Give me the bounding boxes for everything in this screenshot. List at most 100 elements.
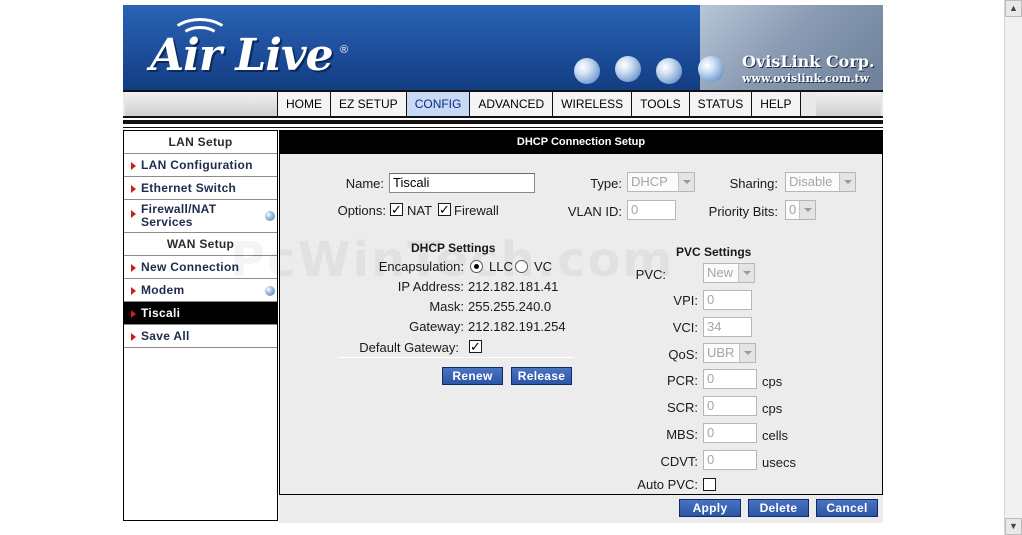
nat-checkbox[interactable]: ✓ bbox=[390, 203, 403, 216]
browser-scrollbar[interactable] bbox=[1004, 0, 1022, 535]
bullet-arrow-icon bbox=[131, 333, 136, 341]
encapsulation-label: Encapsulation: bbox=[378, 259, 464, 274]
chevron-down-icon bbox=[738, 264, 754, 282]
qos-select[interactable]: UBR bbox=[703, 343, 756, 363]
pvc-select[interactable]: New bbox=[703, 263, 755, 283]
globe-icon bbox=[615, 56, 641, 82]
scr-field[interactable]: 0 bbox=[703, 396, 757, 416]
corp-url: www.ovislink.com.tw bbox=[742, 72, 870, 85]
vci-label: VCI: bbox=[672, 320, 698, 335]
ip-address-label: IP Address: bbox=[397, 279, 464, 294]
mask-label: Mask: bbox=[429, 299, 464, 314]
sidebar-item-label: Tiscali bbox=[141, 306, 181, 320]
qos-value: UBR bbox=[707, 345, 735, 360]
qos-label: QoS: bbox=[668, 347, 698, 362]
vci-field[interactable]: 34 bbox=[703, 317, 752, 337]
scr-unit: cps bbox=[762, 401, 783, 416]
bullet-arrow-icon bbox=[131, 287, 136, 295]
options-label: Options: bbox=[337, 203, 386, 218]
cancel-button[interactable]: Cancel bbox=[816, 499, 878, 517]
pvc-label: PVC: bbox=[635, 267, 666, 282]
vpi-label: VPI: bbox=[673, 293, 698, 308]
llc-label: LLC bbox=[489, 259, 513, 274]
auto-pvc-label: Auto PVC: bbox=[637, 477, 698, 492]
sidebar-item-ethernet-switch[interactable]: Ethernet Switch bbox=[124, 177, 277, 200]
main-nav: HOME EZ SETUP CONFIG ADVANCED WIRELESS T… bbox=[277, 92, 801, 116]
bullet-arrow-icon bbox=[131, 310, 136, 318]
panel-title: DHCP Connection Setup bbox=[279, 131, 883, 154]
sidebar-item-tiscali[interactable]: Tiscali bbox=[124, 302, 277, 325]
gateway-label: Gateway: bbox=[409, 319, 464, 334]
type-select[interactable]: DHCP bbox=[627, 172, 695, 192]
llc-radio[interactable] bbox=[470, 260, 483, 273]
vpi-field[interactable]: 0 bbox=[703, 290, 752, 310]
vc-radio[interactable] bbox=[515, 260, 528, 273]
nav-home[interactable]: HOME bbox=[277, 92, 330, 116]
cdvt-label: CDVT: bbox=[660, 454, 698, 469]
nat-label: NAT bbox=[407, 203, 433, 218]
sidebar-item-save-all[interactable]: Save All bbox=[124, 325, 277, 348]
pcr-field[interactable]: 0 bbox=[703, 369, 757, 389]
nav-status[interactable]: STATUS bbox=[688, 92, 752, 116]
type-label: Type: bbox=[590, 176, 622, 191]
nav-config[interactable]: CONFIG bbox=[405, 92, 470, 116]
scroll-down-arrow-icon[interactable]: ▼ bbox=[1005, 518, 1022, 535]
chevron-down-icon bbox=[799, 201, 815, 219]
sidebar-item-label: Modem bbox=[141, 283, 185, 297]
sidebar-item-firewall-nat[interactable]: Firewall/NAT Services bbox=[124, 200, 277, 233]
globe-icon bbox=[656, 58, 682, 84]
globe-icon bbox=[698, 56, 724, 82]
name-label: Name: bbox=[345, 176, 384, 191]
ip-address-value: 212.182.181.41 bbox=[468, 279, 559, 294]
sidebar-item-label: New Connection bbox=[141, 260, 240, 274]
auto-pvc-checkbox[interactable] bbox=[703, 478, 716, 491]
pvc-value: New bbox=[707, 265, 734, 280]
cdvt-field[interactable]: 0 bbox=[703, 450, 757, 470]
priority-bits-select[interactable]: 0 bbox=[785, 200, 816, 220]
firewall-label: Firewall bbox=[454, 203, 499, 218]
vlan-id-field[interactable]: 0 bbox=[627, 200, 676, 220]
pcr-unit: cps bbox=[762, 374, 783, 389]
apply-button[interactable]: Apply bbox=[679, 499, 741, 517]
nav-ez-setup[interactable]: EZ SETUP bbox=[330, 92, 406, 116]
priority-bits-label: Priority Bits: bbox=[708, 204, 778, 219]
nav-tools[interactable]: TOOLS bbox=[631, 92, 689, 116]
sidebar-item-label: Save All bbox=[141, 329, 190, 343]
default-gateway-label: Default Gateway: bbox=[359, 340, 459, 355]
sidebar-item-label: Ethernet Switch bbox=[141, 181, 237, 195]
corp-name: OvisLink Corp. bbox=[742, 52, 875, 71]
scroll-up-arrow-icon[interactable]: ▲ bbox=[1005, 0, 1022, 17]
default-gateway-checkbox[interactable]: ✓ bbox=[469, 340, 482, 353]
sharing-label: Sharing: bbox=[729, 176, 778, 191]
sidebar-item-lan-configuration[interactable]: LAN Configuration bbox=[124, 154, 277, 177]
globe-icon bbox=[574, 58, 600, 84]
mbs-unit: cells bbox=[762, 428, 789, 443]
nav-spacer-right bbox=[816, 92, 881, 116]
sidebar-item-label: Services bbox=[141, 215, 193, 229]
bullet-arrow-icon bbox=[131, 162, 136, 170]
nav-advanced[interactable]: ADVANCED bbox=[469, 92, 553, 116]
firewall-checkbox[interactable]: ✓ bbox=[438, 203, 451, 216]
chevron-down-icon bbox=[839, 173, 855, 191]
bullet-arrow-icon bbox=[131, 210, 136, 218]
dhcp-settings-title: DHCP Settings bbox=[411, 241, 496, 255]
mbs-field[interactable]: 0 bbox=[703, 423, 757, 443]
nav-help[interactable]: HELP bbox=[751, 92, 801, 116]
bullet-arrow-icon bbox=[131, 264, 136, 272]
release-button[interactable]: Release bbox=[511, 367, 572, 385]
vlan-id-label: VLAN ID: bbox=[567, 204, 622, 219]
renew-button[interactable]: Renew bbox=[442, 367, 503, 385]
scr-label: SCR: bbox=[666, 400, 698, 415]
nav-underline-dark bbox=[123, 120, 883, 124]
mbs-label: MBS: bbox=[666, 427, 698, 442]
pvc-settings-title: PVC Settings bbox=[676, 245, 752, 259]
registered-mark: ® bbox=[340, 44, 349, 56]
name-field[interactable]: Tiscali bbox=[389, 173, 535, 193]
type-value: DHCP bbox=[631, 174, 668, 189]
sharing-select[interactable]: Disable bbox=[785, 172, 856, 192]
nav-wireless[interactable]: WIRELESS bbox=[552, 92, 632, 116]
delete-button[interactable]: Delete bbox=[748, 499, 809, 517]
chevron-down-icon bbox=[739, 344, 755, 362]
nav-spacer-left bbox=[125, 92, 277, 116]
pcr-label: PCR: bbox=[666, 373, 698, 388]
